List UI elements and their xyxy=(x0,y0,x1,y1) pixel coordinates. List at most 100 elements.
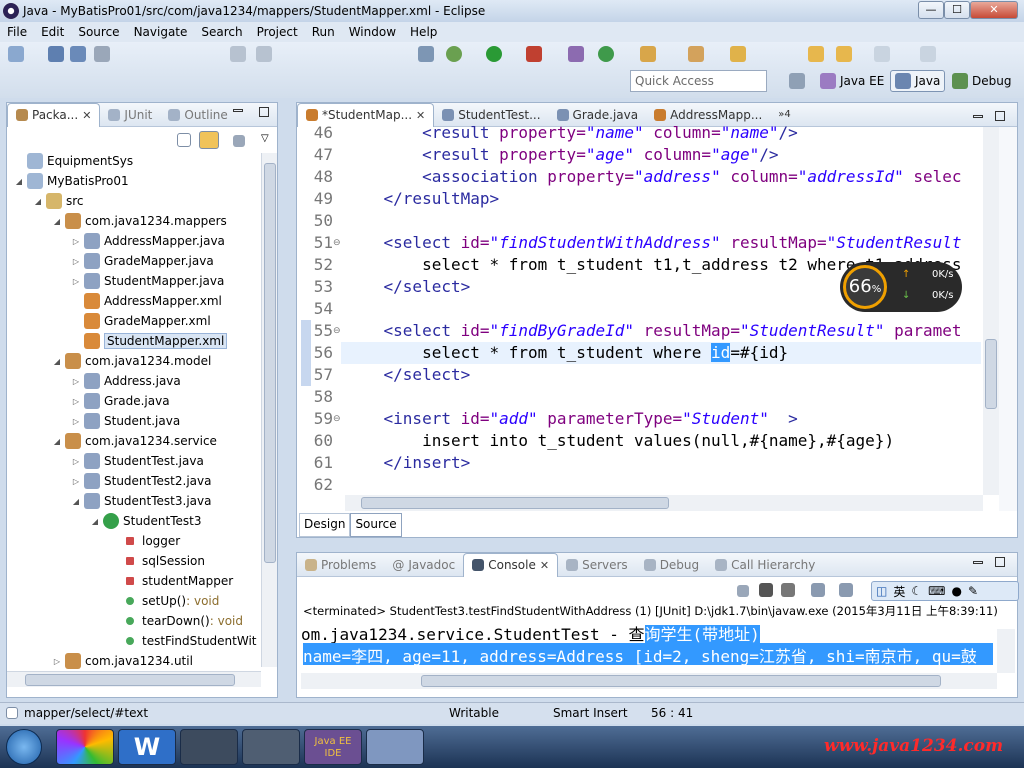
chevron-down-icon[interactable]: ▽ xyxy=(261,133,269,144)
close-button[interactable]: ✕ xyxy=(970,1,1018,19)
tree-item[interactable]: ▷ StudentMapper.java xyxy=(72,271,224,291)
user-icon[interactable]: ● xyxy=(951,584,961,598)
next-edit-icon[interactable] xyxy=(874,46,890,62)
new-java-project-icon[interactable] xyxy=(568,46,584,62)
tree-item[interactable]: ▷ Address.java xyxy=(72,371,181,391)
tree-item[interactable]: logger xyxy=(110,531,180,551)
minimize-button[interactable]: — xyxy=(918,1,944,19)
word-wrap-icon[interactable] xyxy=(839,583,853,597)
collapsed-twisty-icon[interactable]: ▷ xyxy=(72,477,80,486)
tab-junit[interactable]: JUnit xyxy=(100,103,160,127)
java-app-icon[interactable] xyxy=(242,729,300,765)
dolphin-icon[interactable] xyxy=(366,729,424,765)
collapsed-twisty-icon[interactable]: ▷ xyxy=(72,237,80,246)
tree-item[interactable]: StudentMapper.xml xyxy=(72,331,228,351)
tree-item[interactable]: ▷ com.java1234.util xyxy=(53,651,193,671)
menu-edit[interactable]: Edit xyxy=(34,25,71,39)
tree-item[interactable]: testFindStudentWit xyxy=(110,631,257,651)
code-line[interactable]: insert into t_student values(null,#{name… xyxy=(345,431,981,450)
scroll-lock-icon[interactable] xyxy=(811,583,825,597)
console-vertical-scrollbar[interactable] xyxy=(997,629,1015,673)
tree-item[interactable]: ▷ Grade.java xyxy=(72,391,170,411)
tab-design[interactable]: Design xyxy=(299,513,351,537)
tree-item[interactable]: ▷ AddressMapper.java xyxy=(72,231,225,251)
minimize-view-icon[interactable] xyxy=(973,561,983,564)
editor-horizontal-scrollbar-thumb[interactable] xyxy=(361,497,669,509)
menu-run[interactable]: Run xyxy=(305,25,342,39)
tree-item[interactable]: ◢ com.java1234.service xyxy=(53,431,217,451)
menu-window[interactable]: Window xyxy=(342,25,403,39)
minimize-view-icon[interactable] xyxy=(973,115,983,118)
save-icon[interactable] xyxy=(48,46,64,62)
tree-item[interactable]: EquipmentSys xyxy=(15,151,133,171)
run-external-icon[interactable] xyxy=(526,46,542,62)
code-line[interactable]: <association property="address" column="… xyxy=(345,167,981,186)
code-line[interactable]: </select> xyxy=(345,365,981,384)
maximize-view-icon[interactable] xyxy=(259,107,269,117)
code-line[interactable]: <result property="age" column="age"/> xyxy=(345,145,981,164)
editor-vertical-scrollbar[interactable] xyxy=(983,127,999,495)
new-icon[interactable] xyxy=(8,46,24,62)
collapsed-twisty-icon[interactable]: ▷ xyxy=(72,277,80,286)
menu-project[interactable]: Project xyxy=(250,25,305,39)
collapsed-twisty-icon[interactable]: ▷ xyxy=(72,457,80,466)
collapse-all-icon[interactable] xyxy=(177,133,191,147)
tree-item[interactable]: GradeMapper.xml xyxy=(72,311,211,331)
java-ee-ide-icon[interactable]: Java EE IDE xyxy=(304,729,362,765)
fold-icon[interactable]: ⊖ xyxy=(333,414,341,424)
run-icon[interactable] xyxy=(486,46,502,62)
editor-vertical-scrollbar-thumb[interactable] xyxy=(985,339,997,409)
code-line[interactable]: <insert id="add" parameterType="Student"… xyxy=(345,409,981,428)
editor-horizontal-scrollbar[interactable] xyxy=(345,495,983,511)
fold-icon[interactable]: ⊖ xyxy=(333,238,341,248)
minimize-view-icon[interactable] xyxy=(233,109,243,112)
code-line[interactable]: <select id="findByGradeId" resultMap="St… xyxy=(345,321,981,340)
code-line[interactable]: </resultMap> xyxy=(345,189,981,208)
code-line[interactable]: </insert> xyxy=(345,453,981,472)
quick-access-input[interactable]: Quick Access xyxy=(630,70,767,92)
menu-file[interactable]: File xyxy=(0,25,34,39)
terminate-icon[interactable] xyxy=(737,585,749,597)
pin-icon[interactable] xyxy=(920,46,936,62)
tree-item[interactable]: ◢ StudentTest3.java xyxy=(72,491,211,511)
close-icon[interactable]: ✕ xyxy=(82,109,91,122)
tab-outline[interactable]: Outline xyxy=(160,103,235,127)
tab-call-hierarchy[interactable]: Call Hierarchy xyxy=(707,553,823,577)
wrench-icon[interactable]: ✎ xyxy=(968,584,978,598)
back-icon[interactable] xyxy=(808,46,824,62)
collapsed-twisty-icon[interactable]: ▷ xyxy=(72,417,80,426)
tree-item[interactable]: ◢ com.java1234.mappers xyxy=(53,211,227,231)
picasa-icon[interactable] xyxy=(56,729,114,765)
expanded-twisty-icon[interactable]: ◢ xyxy=(15,177,23,186)
collapsed-twisty-icon[interactable]: ▷ xyxy=(72,377,80,386)
console-horizontal-scrollbar[interactable] xyxy=(301,673,997,689)
tree-item[interactable]: sqlSession xyxy=(110,551,205,571)
tree-horizontal-scrollbar[interactable] xyxy=(7,671,261,687)
tab-debug[interactable]: Debug xyxy=(636,553,707,577)
remove-launch-icon[interactable] xyxy=(759,583,773,597)
tab-console[interactable]: Console ✕ xyxy=(463,552,559,577)
tree-item[interactable]: ◢ src xyxy=(34,191,84,211)
perspective-debug[interactable]: Debug xyxy=(948,70,1015,92)
moon-icon[interactable]: ☾ xyxy=(911,584,922,598)
wps-writer-icon[interactable]: W xyxy=(118,729,176,765)
maximize-view-icon[interactable] xyxy=(995,557,1005,567)
remove-all-icon[interactable] xyxy=(781,583,795,597)
save-all-icon[interactable] xyxy=(70,46,86,62)
tree-vertical-scrollbar[interactable] xyxy=(261,153,277,667)
new-class-icon[interactable] xyxy=(598,46,614,62)
close-icon[interactable]: ✕ xyxy=(416,109,425,122)
tree-horizontal-scrollbar-thumb[interactable] xyxy=(25,674,235,686)
network-speed-widget[interactable]: 66% ↑ 0K/s ↓ 0K/s xyxy=(840,262,962,312)
menu-help[interactable]: Help xyxy=(403,25,444,39)
tree-item[interactable]: ◢ com.java1234.model xyxy=(53,351,211,371)
expanded-twisty-icon[interactable]: ◢ xyxy=(53,437,61,446)
link-with-editor-icon[interactable] xyxy=(199,131,219,149)
tree-item[interactable]: setUp() : void xyxy=(110,591,219,611)
code-line[interactable]: <select id="findStudentWithAddress" resu… xyxy=(345,233,981,252)
collapsed-twisty-icon[interactable]: ▷ xyxy=(53,657,61,666)
tree-item[interactable]: ▷ StudentTest2.java xyxy=(72,471,211,491)
annotation-icon[interactable] xyxy=(730,46,746,62)
menu-navigate[interactable]: Navigate xyxy=(127,25,195,39)
menu-source[interactable]: Source xyxy=(71,25,126,39)
